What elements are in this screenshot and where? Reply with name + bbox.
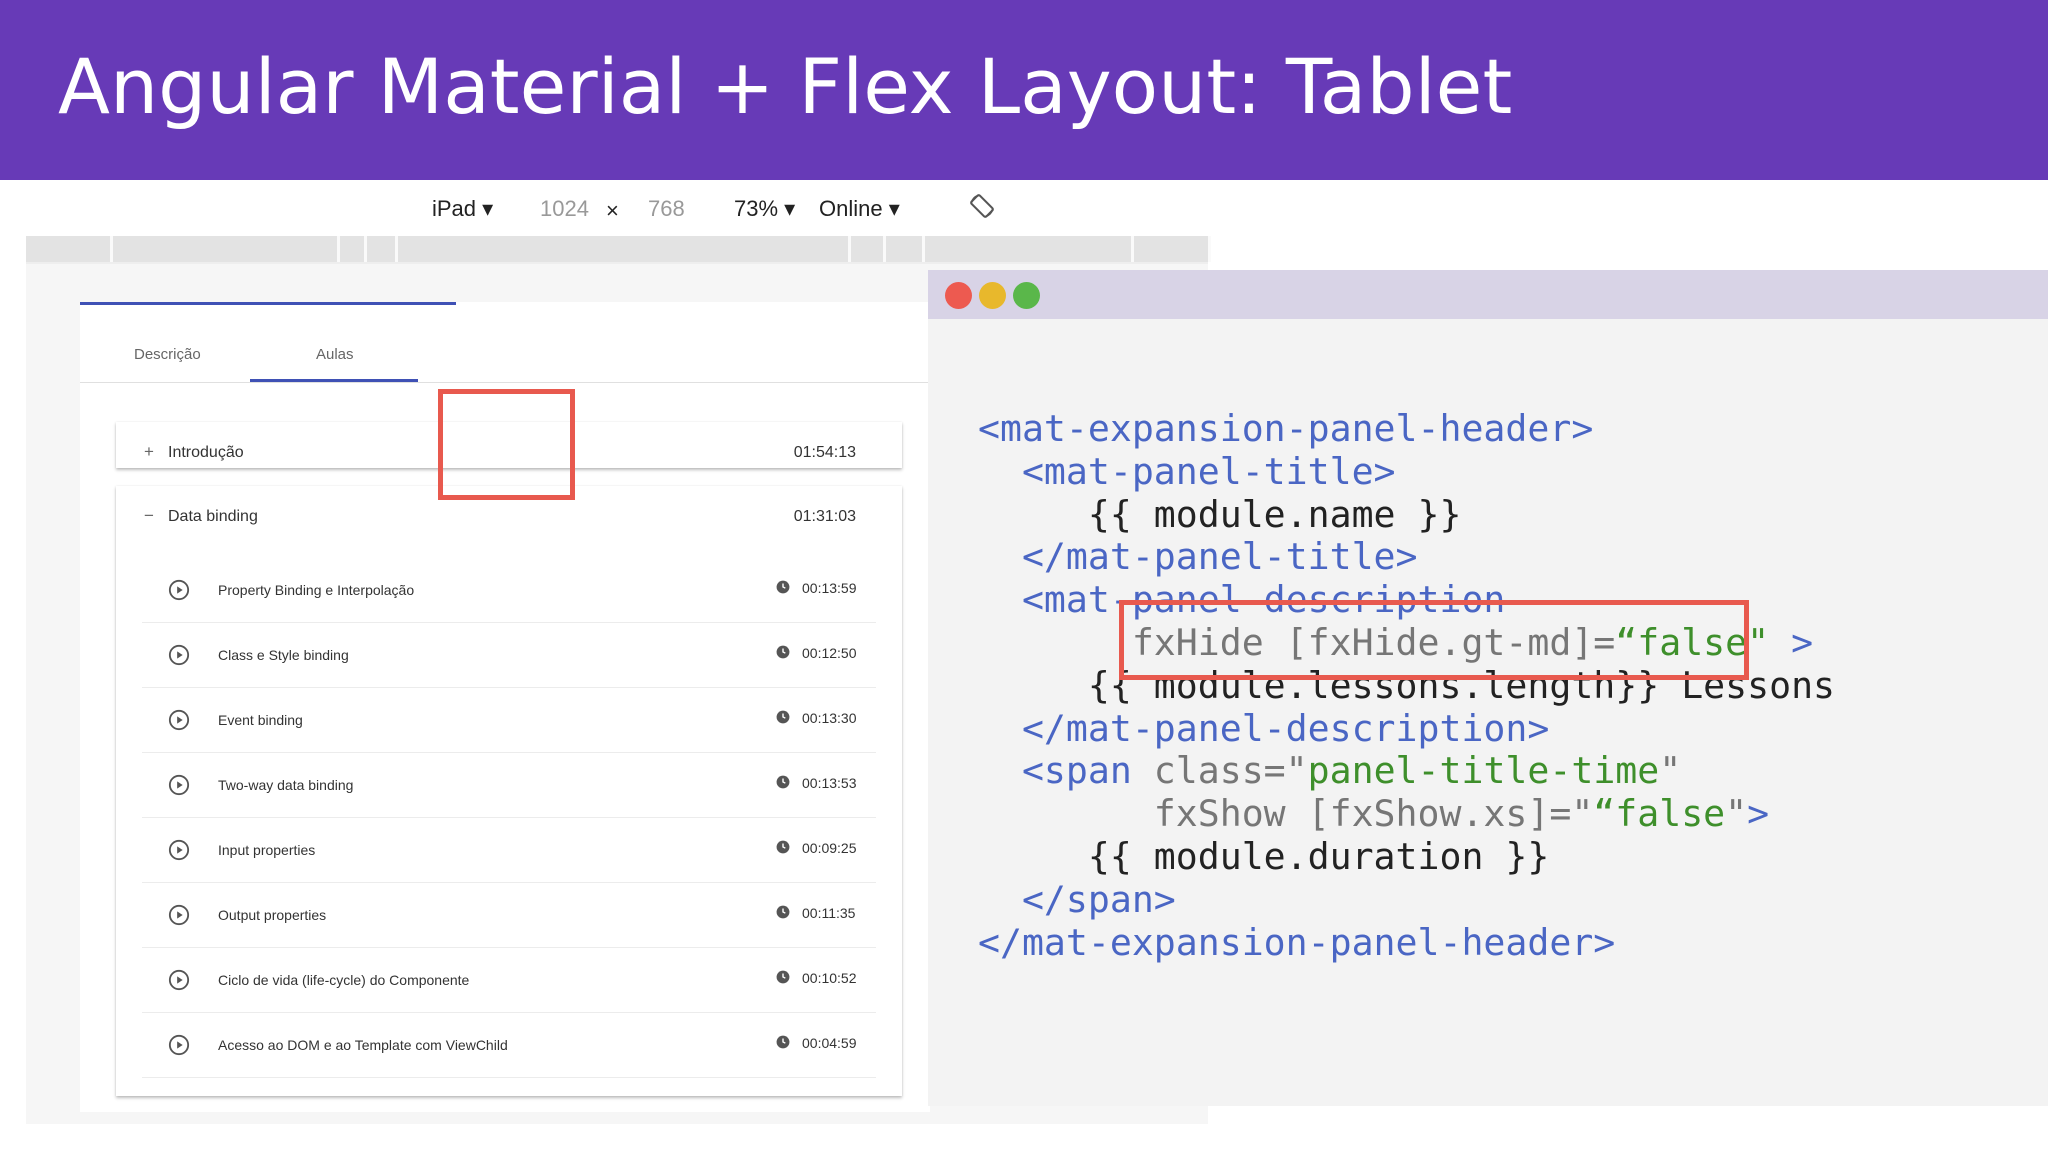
- device-toolbar: iPad ▾ 1024 × 768 73% ▾ Online ▾: [26, 184, 1208, 230]
- code-snippet: <mat-expansion-panel-header> <mat-panel-…: [978, 407, 1835, 964]
- lesson-duration: 00:13:30: [802, 710, 857, 726]
- clock-icon: [776, 905, 790, 919]
- clock-icon: [776, 645, 790, 659]
- panel-title: Data binding: [168, 508, 258, 525]
- play-circle-icon[interactable]: [168, 709, 190, 731]
- tab-descricao[interactable]: Descrição: [134, 346, 201, 363]
- code-token: {{ module.name }}: [978, 492, 1462, 536]
- lesson-row[interactable]: Acesso ao DOM e ao Template com ViewChil…: [142, 1013, 876, 1078]
- play-circle-icon[interactable]: [168, 644, 190, 666]
- lesson-duration: 00:04:59: [802, 1035, 857, 1051]
- code-window: <mat-expansion-panel-header> <mat-panel-…: [928, 270, 2048, 1106]
- lesson-name: Acesso ao DOM e ao Template com ViewChil…: [218, 1037, 508, 1053]
- maximize-dot-icon: [1013, 282, 1040, 309]
- slide-title: Angular Material + Flex Layout: Tablet: [58, 42, 1513, 131]
- clock-icon: [776, 710, 790, 724]
- code-token: >: [1747, 792, 1770, 836]
- rotate-device-icon[interactable]: [968, 192, 996, 220]
- lesson-duration: 00:11:35: [802, 905, 856, 921]
- close-dot-icon: [945, 282, 972, 309]
- play-circle-icon[interactable]: [168, 904, 190, 926]
- zoom-select[interactable]: 73% ▾: [734, 196, 795, 222]
- lesson-row[interactable]: Output properties 00:11:35: [142, 883, 876, 948]
- network-select[interactable]: Online ▾: [819, 196, 900, 222]
- lesson-name: Input properties: [218, 842, 316, 858]
- clock-icon: [776, 1035, 790, 1049]
- play-circle-icon[interactable]: [168, 579, 190, 601]
- code-token: >: [1769, 620, 1814, 664]
- tab-divider: [80, 382, 930, 383]
- code-token: ": [1659, 749, 1682, 793]
- lesson-duration: 00:09:25: [802, 840, 857, 856]
- expansion-panel-data-binding[interactable]: − Data binding 01:31:03 Property Binding…: [116, 486, 902, 1096]
- clock-icon: [776, 970, 790, 984]
- slide-title-bar: Angular Material + Flex Layout: Tablet: [0, 0, 2048, 180]
- lesson-row[interactable]: Two-way data binding 00:13:53: [142, 753, 876, 818]
- code-window-titlebar: [928, 270, 2048, 319]
- code-token: <span: [978, 749, 1132, 793]
- code-token: </mat-panel-description>: [978, 706, 1550, 750]
- lesson-row[interactable]: Ciclo de vida (life-cycle) do Componente…: [142, 948, 876, 1013]
- code-token: panel-title-time: [1307, 749, 1660, 793]
- panel-title: Introdução: [168, 444, 244, 461]
- clock-icon: [776, 775, 790, 789]
- collapse-icon: −: [144, 506, 154, 525]
- play-circle-icon[interactable]: [168, 1034, 190, 1056]
- code-token: </mat-expansion-panel-header>: [978, 920, 1616, 964]
- panel-duration: 01:31:03: [793, 508, 856, 525]
- viewport-height-input[interactable]: 768: [648, 196, 685, 222]
- code-token: <mat-expansion-panel-header>: [978, 407, 1594, 450]
- highlight-box-hidden-area: [438, 389, 575, 500]
- code-token: ": [1725, 792, 1748, 836]
- lesson-duration: 00:13:53: [802, 775, 857, 791]
- code-token: “false: [1593, 792, 1726, 836]
- viewport-width-input[interactable]: 1024: [540, 196, 589, 222]
- code-token: </span>: [978, 877, 1176, 921]
- lesson-duration: 00:10:52: [802, 970, 857, 986]
- times-sign: ×: [606, 198, 619, 223]
- highlight-box-fxhide: [1119, 600, 1749, 680]
- lesson-name: Output properties: [218, 907, 327, 923]
- play-circle-icon[interactable]: [168, 839, 190, 861]
- clock-icon: [776, 840, 790, 854]
- code-token: </mat-panel-title>: [978, 535, 1418, 579]
- expand-icon: +: [144, 442, 154, 461]
- media-query-ruler: [26, 236, 1211, 264]
- lesson-name: Event binding: [218, 712, 303, 728]
- lesson-row[interactable]: Input properties 00:09:25: [142, 818, 876, 883]
- lesson-row[interactable]: Property Binding e Interpolação 00:13:59: [142, 558, 876, 623]
- code-token: fxShow [fxShow.xs]=": [978, 792, 1594, 836]
- toolbar-accent-line: [80, 302, 456, 305]
- lesson-duration: 00:13:59: [802, 580, 857, 596]
- lesson-row[interactable]: Class e Style binding 00:12:50: [142, 623, 876, 688]
- clock-icon: [776, 580, 790, 594]
- device-select[interactable]: iPad ▾: [432, 196, 493, 222]
- lesson-row[interactable]: Event binding 00:13:30: [142, 688, 876, 753]
- lesson-name: Property Binding e Interpolação: [218, 582, 415, 598]
- lesson-duration: 00:12:50: [802, 645, 857, 661]
- code-token: {{ module.duration }}: [978, 834, 1550, 878]
- tab-aulas[interactable]: Aulas: [316, 346, 354, 363]
- lesson-name: Class e Style binding: [218, 647, 349, 663]
- play-circle-icon[interactable]: [168, 774, 190, 796]
- lesson-name: Ciclo de vida (life-cycle) do Componente: [218, 972, 470, 988]
- code-token: <mat-panel-title>: [978, 449, 1396, 493]
- lesson-name: Two-way data binding: [218, 777, 354, 793]
- play-circle-icon[interactable]: [168, 969, 190, 991]
- code-token: class=": [1131, 749, 1308, 793]
- minimize-dot-icon: [979, 282, 1006, 309]
- panel-duration: 01:54:13: [793, 444, 856, 461]
